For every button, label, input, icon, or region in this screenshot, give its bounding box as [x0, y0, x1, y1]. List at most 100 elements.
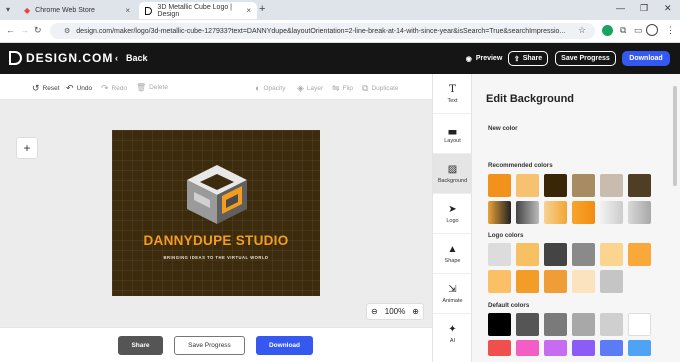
app-header: DESIGN.COM ‹ Back ◉ Preview ⇪ Share Save Pr…	[0, 43, 680, 74]
back-button[interactable]: ‹ Back	[115, 53, 148, 63]
recommended-swatch[interactable]	[516, 201, 539, 224]
window-close-icon[interactable]: ✕	[664, 3, 672, 14]
zoom-out-icon[interactable]: ⊖	[371, 307, 378, 316]
redo-button[interactable]: ↷ Redo	[101, 83, 127, 94]
recommended-swatch[interactable]	[516, 174, 539, 197]
zoom-in-icon[interactable]: ⊕	[412, 307, 419, 316]
opacity-icon: ◐	[255, 83, 261, 93]
default-color-swatch[interactable]	[488, 313, 511, 336]
tool-layout[interactable]: ▃ Layout	[433, 114, 472, 154]
logo-icon: ➤	[448, 203, 457, 215]
maximize-icon[interactable]: ❐	[640, 3, 648, 14]
logo-color-swatch[interactable]	[600, 270, 623, 293]
default-color-swatch[interactable]	[572, 340, 595, 356]
back-arrow-icon[interactable]: ←	[6, 25, 15, 35]
default-color-swatch[interactable]	[628, 340, 651, 356]
tool-shape[interactable]: ▲ Shape	[433, 234, 472, 274]
logo-color-swatch[interactable]	[600, 243, 623, 266]
tool-logo[interactable]: ➤ Logo	[433, 194, 472, 234]
default-color-swatch[interactable]	[600, 313, 623, 336]
reload-icon[interactable]: ↻	[34, 25, 42, 36]
tool-text[interactable]: T Text	[433, 74, 472, 114]
share-label: Share	[522, 55, 543, 62]
add-new-color-button[interactable]: +	[16, 137, 38, 159]
logo-color-swatch[interactable]	[572, 270, 595, 293]
logo-brand-text[interactable]: DANNYDUPE STUDIO	[112, 233, 320, 248]
design-com-logo[interactable]: DESIGN.COM	[9, 51, 113, 65]
tab-chrome-web-store[interactable]: ◆ Chrome Web Store ×	[18, 2, 136, 19]
logo-color-swatch[interactable]	[572, 243, 595, 266]
browser-menu-icon[interactable]: ⋮	[666, 25, 675, 36]
tool-animate[interactable]: ⇲ Animate	[433, 274, 472, 314]
default-color-swatch[interactable]	[516, 340, 539, 356]
forward-arrow-icon[interactable]: →	[20, 25, 29, 35]
layer-button[interactable]: ◈ Layer	[297, 83, 323, 94]
new-tab-icon[interactable]: +	[259, 3, 265, 15]
recommended-swatch[interactable]	[628, 201, 651, 224]
tool-label: Background	[437, 177, 468, 184]
duplicate-button[interactable]: ⧉ Duplicate	[362, 83, 399, 94]
preview-button[interactable]: ◉ Preview	[463, 51, 505, 66]
tab-search-icon[interactable]: ▾	[6, 5, 10, 14]
logo-color-swatch[interactable]	[544, 243, 567, 266]
default-color-swatch[interactable]	[628, 313, 651, 336]
save-progress-button-header[interactable]: Save Progress	[555, 51, 616, 66]
tool-background[interactable]: ▨ Background	[433, 154, 472, 194]
save-progress-button[interactable]: Save Progress	[174, 336, 245, 355]
metallic-cube-logo-icon[interactable]	[182, 162, 252, 226]
close-tab-icon[interactable]: ×	[125, 6, 130, 15]
tool-ai[interactable]: ✦ AI	[433, 314, 472, 354]
share-icon: ⇪	[513, 55, 520, 63]
logo-artboard[interactable]: DANNYDUPE STUDIO BRINGING IDEAS TO THE V…	[112, 130, 320, 296]
logo-color-swatch[interactable]	[488, 243, 511, 266]
flip-button[interactable]: ⇋ Flip	[332, 83, 353, 94]
minimize-icon[interactable]: —	[616, 3, 625, 13]
default-color-swatch[interactable]	[600, 340, 623, 356]
recommended-swatch[interactable]	[544, 174, 567, 197]
logo-color-swatch[interactable]	[628, 243, 651, 266]
default-color-swatch[interactable]	[516, 313, 539, 336]
profile-avatar-icon[interactable]	[646, 24, 658, 36]
bookmark-star-icon[interactable]: ☆	[578, 25, 586, 36]
default-color-swatch[interactable]	[572, 313, 595, 336]
recommended-swatch[interactable]	[628, 174, 651, 197]
download-button-header[interactable]: Download	[622, 51, 670, 66]
default-color-swatch[interactable]	[488, 340, 511, 356]
recommended-swatch[interactable]	[600, 174, 623, 197]
edit-toolbar: ↺ Reset ↶ Undo ↷ Redo 🗑 Delete ◐ Opacity ◈ Lay…	[0, 74, 432, 100]
text-icon: T	[449, 83, 456, 95]
url-field[interactable]: ⚙ design.com/maker/logo/3d-metallic-cube…	[50, 23, 595, 39]
tab-design-logo[interactable]: 3D Metallic Cube Logo | Design ×	[139, 2, 257, 19]
browser-tab-bar: ▾ ◆ Chrome Web Store × 3D Metallic Cube …	[0, 0, 680, 20]
opacity-button[interactable]: ◐ Opacity	[255, 83, 285, 93]
bottom-action-bar: Share Save Progress Download	[0, 327, 432, 362]
brand-name: DESIGN.COM	[26, 51, 114, 65]
recommended-swatch[interactable]	[544, 201, 567, 224]
logo-color-swatch[interactable]	[516, 243, 539, 266]
share-button[interactable]: Share	[118, 336, 163, 355]
logo-color-swatch[interactable]	[516, 270, 539, 293]
share-button-header[interactable]: ⇪ Share	[508, 51, 548, 66]
extensions-puzzle-icon[interactable]: ⧉	[620, 25, 626, 36]
recommended-swatch[interactable]	[488, 201, 511, 224]
site-info-icon[interactable]: ⚙	[64, 27, 70, 35]
recommended-swatch[interactable]	[572, 201, 595, 224]
extension-icon[interactable]	[602, 25, 613, 36]
recommended-swatch[interactable]	[572, 174, 595, 197]
logo-color-swatch[interactable]	[488, 270, 511, 293]
default-color-swatch[interactable]	[544, 313, 567, 336]
download-label: Download	[629, 55, 663, 62]
default-color-swatch[interactable]	[544, 340, 567, 356]
panel-scrollbar[interactable]	[673, 86, 677, 186]
download-button[interactable]: Download	[256, 336, 313, 355]
undo-button[interactable]: ↶ Undo	[66, 83, 92, 94]
logo-tagline-text[interactable]: BRINGING IDEAS TO THE VIRTUAL WORLD	[112, 255, 320, 260]
delete-button[interactable]: 🗑 Delete	[136, 83, 168, 92]
plus-icon: +	[23, 141, 31, 155]
side-panel-icon[interactable]: ▭	[634, 25, 643, 36]
close-tab-icon[interactable]: ×	[246, 6, 251, 15]
reset-button[interactable]: ↺ Reset	[32, 83, 60, 94]
recommended-swatch[interactable]	[600, 201, 623, 224]
logo-color-swatch[interactable]	[544, 270, 567, 293]
recommended-swatch[interactable]	[488, 174, 511, 197]
